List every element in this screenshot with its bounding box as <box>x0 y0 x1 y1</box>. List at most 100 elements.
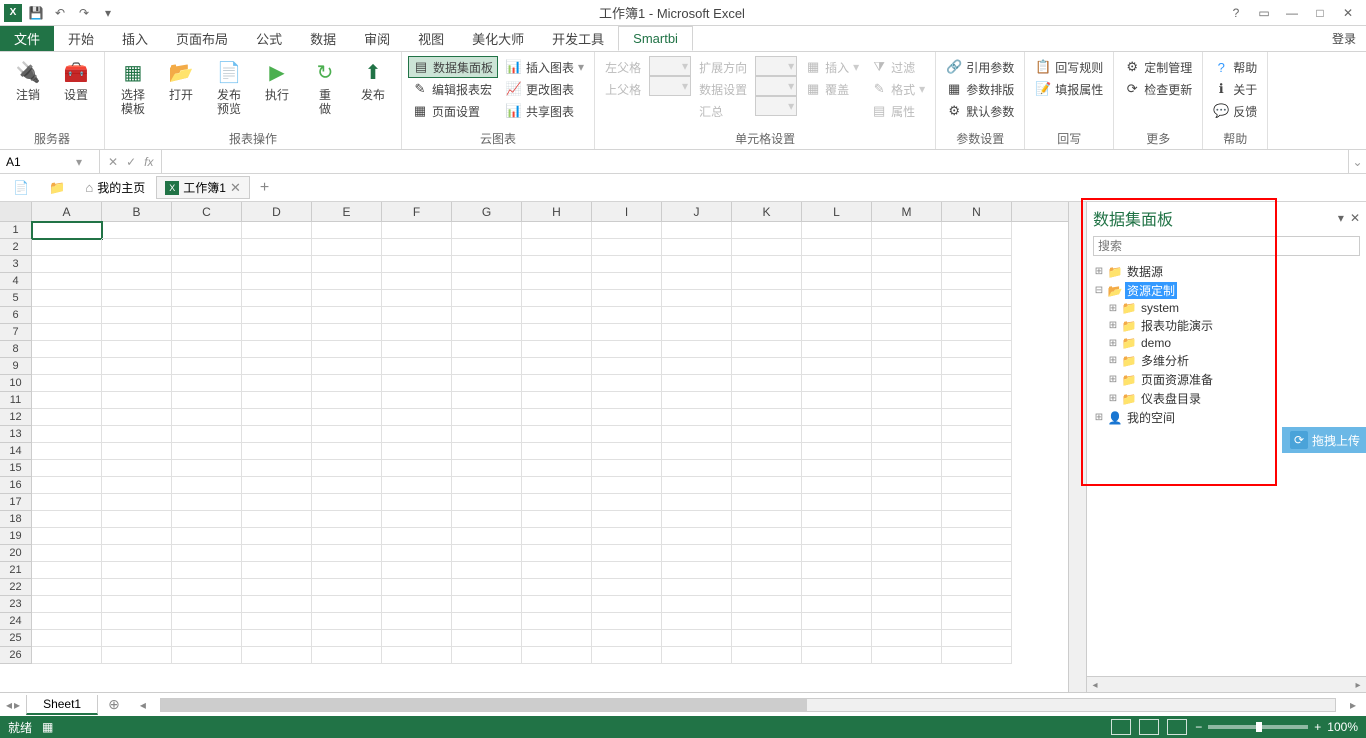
column-header[interactable]: G <box>452 202 522 221</box>
cell[interactable] <box>242 307 312 324</box>
cell[interactable] <box>102 511 172 528</box>
cell[interactable] <box>172 460 242 477</box>
cell[interactable] <box>312 392 382 409</box>
cell[interactable] <box>242 426 312 443</box>
row-header[interactable]: 11 <box>0 392 32 409</box>
cell[interactable] <box>802 613 872 630</box>
tree-node-demo[interactable]: ⊞📁demo <box>1089 335 1364 351</box>
cell[interactable] <box>942 273 1012 290</box>
cell[interactable] <box>102 273 172 290</box>
cell[interactable] <box>662 409 732 426</box>
cell[interactable] <box>522 239 592 256</box>
cell[interactable] <box>32 511 102 528</box>
redo-button[interactable]: ↻重 做 <box>303 54 347 116</box>
cell[interactable] <box>312 494 382 511</box>
row-header[interactable]: 20 <box>0 545 32 562</box>
cell[interactable] <box>802 443 872 460</box>
cell[interactable] <box>592 358 662 375</box>
open-button[interactable]: 📂打开 <box>159 54 203 102</box>
cell[interactable] <box>522 358 592 375</box>
cell[interactable] <box>942 443 1012 460</box>
cell[interactable] <box>102 630 172 647</box>
select-template-button[interactable]: ▦选择 模板 <box>111 54 155 116</box>
tree-node-page-res[interactable]: ⊞📁页面资源准备 <box>1089 370 1364 389</box>
add-sheet-button[interactable]: ⊕ <box>98 696 130 713</box>
tab-formulas[interactable]: 公式 <box>242 26 296 51</box>
row-header[interactable]: 15 <box>0 460 32 477</box>
cell[interactable] <box>592 409 662 426</box>
cell[interactable] <box>872 426 942 443</box>
page-setup-button[interactable]: ▦页面设置 <box>408 100 498 122</box>
cell[interactable] <box>522 375 592 392</box>
tree-node-resource[interactable]: ⊟📂资源定制 <box>1089 281 1364 300</box>
cell[interactable] <box>452 324 522 341</box>
cell[interactable] <box>32 579 102 596</box>
cell[interactable] <box>312 307 382 324</box>
cell[interactable] <box>732 647 802 664</box>
cell[interactable] <box>662 222 732 239</box>
cell[interactable] <box>242 528 312 545</box>
cell[interactable] <box>102 307 172 324</box>
cell[interactable] <box>382 579 452 596</box>
cell[interactable] <box>522 324 592 341</box>
name-box[interactable]: ▾ <box>0 150 100 173</box>
cell[interactable] <box>802 256 872 273</box>
cell[interactable] <box>662 392 732 409</box>
cell[interactable] <box>942 290 1012 307</box>
cell[interactable] <box>452 596 522 613</box>
cell[interactable] <box>172 596 242 613</box>
cell[interactable] <box>32 256 102 273</box>
cell[interactable] <box>382 222 452 239</box>
cell[interactable] <box>872 392 942 409</box>
default-param-button[interactable]: ⚙默认参数 <box>942 100 1018 122</box>
cell[interactable] <box>382 239 452 256</box>
cell[interactable] <box>242 409 312 426</box>
cell[interactable] <box>802 273 872 290</box>
cell[interactable] <box>32 494 102 511</box>
accept-formula-icon[interactable]: ✓ <box>126 155 136 169</box>
cell[interactable] <box>662 460 732 477</box>
cell[interactable] <box>102 324 172 341</box>
cell[interactable] <box>592 545 662 562</box>
cell[interactable] <box>662 613 732 630</box>
cell[interactable] <box>32 358 102 375</box>
cell[interactable] <box>172 443 242 460</box>
cell[interactable] <box>172 647 242 664</box>
cell[interactable] <box>802 647 872 664</box>
cell[interactable] <box>522 392 592 409</box>
cell[interactable] <box>872 477 942 494</box>
cell[interactable] <box>312 443 382 460</box>
help-button[interactable]: ? <box>1226 3 1246 23</box>
cell[interactable] <box>872 239 942 256</box>
cell[interactable] <box>732 290 802 307</box>
tab-insert[interactable]: 插入 <box>108 26 162 51</box>
cell[interactable] <box>592 273 662 290</box>
tab-devtools[interactable]: 开发工具 <box>538 26 618 51</box>
cell[interactable] <box>522 579 592 596</box>
cell[interactable] <box>732 494 802 511</box>
cell[interactable] <box>242 375 312 392</box>
ribbon-minimize-button[interactable]: ▭ <box>1254 3 1274 23</box>
cell[interactable] <box>452 273 522 290</box>
cell[interactable] <box>102 545 172 562</box>
cell[interactable] <box>872 375 942 392</box>
cell[interactable] <box>662 562 732 579</box>
undo-icon[interactable]: ↶ <box>50 3 70 23</box>
cell[interactable] <box>592 290 662 307</box>
cell[interactable] <box>32 273 102 290</box>
cell[interactable] <box>312 256 382 273</box>
cell[interactable] <box>382 545 452 562</box>
cell[interactable] <box>942 630 1012 647</box>
cell[interactable] <box>732 392 802 409</box>
column-header[interactable]: A <box>32 202 102 221</box>
cell[interactable] <box>872 443 942 460</box>
cell[interactable] <box>662 290 732 307</box>
tree-node-datasource[interactable]: ⊞📁数据源 <box>1089 262 1364 281</box>
cell[interactable] <box>102 596 172 613</box>
row-header[interactable]: 21 <box>0 562 32 579</box>
cell[interactable] <box>872 341 942 358</box>
cell[interactable] <box>732 596 802 613</box>
cell[interactable] <box>522 307 592 324</box>
dataset-panel-button[interactable]: ▤数据集面板 <box>408 56 498 78</box>
data-setting-select[interactable]: ▾ <box>755 76 797 96</box>
